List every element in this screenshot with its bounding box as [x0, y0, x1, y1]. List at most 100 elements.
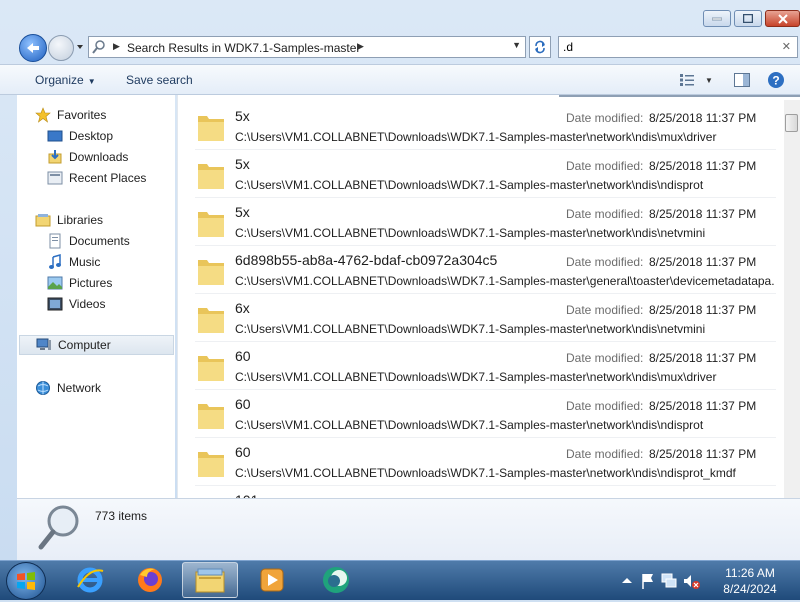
breadcrumb-separator-icon[interactable]: ▶: [357, 41, 364, 52]
forward-button[interactable]: [48, 35, 74, 61]
date-modified-label: Date modified:: [566, 159, 644, 173]
date-modified-value: 8/25/2018 11:37 PM: [649, 255, 757, 269]
nav-item-music[interactable]: Music: [47, 252, 100, 272]
date-modified-value: 8/25/2018 11:37 PM: [649, 159, 757, 173]
command-bar: Organize ▼ Save search ▼ ?: [0, 64, 800, 95]
documents-icon: [49, 233, 61, 249]
item-path: C:\Users\VM1.COLLABNET\Downloads\WDK7.1-…: [235, 418, 704, 432]
list-item[interactable]: 60 C:\Users\VM1.COLLABNET\Downloads\WDK7…: [195, 342, 776, 390]
clock-time: 11:26 AM: [725, 566, 775, 580]
navigation-pane: Favorites Desktop Downloads Recent Place…: [17, 95, 175, 498]
date-modified-value: 8/25/2018 11:37 PM: [649, 207, 757, 221]
navigation-bar: ▶ Search Results in WDK7.1-Samples-maste…: [0, 30, 800, 64]
item-name: 6d898b55-ab8a-4762-bdaf-cb0972a304c5: [235, 252, 498, 268]
show-hidden-icons-icon[interactable]: [622, 578, 632, 583]
computer-icon: [36, 338, 51, 350]
network-icon: [36, 381, 50, 395]
item-count: 773 items: [95, 509, 148, 523]
list-item[interactable]: 6x C:\Users\VM1.COLLABNET\Downloads\WDK7…: [195, 294, 776, 342]
item-path: C:\Users\VM1.COLLABNET\Downloads\WDK7.1-…: [235, 178, 704, 192]
date-modified-label: Date modified:: [566, 447, 644, 461]
taskbar-clock[interactable]: 11:26 AM 8/24/2024: [712, 565, 788, 597]
nav-favorites[interactable]: Favorites: [35, 105, 106, 125]
nav-item-downloads[interactable]: Downloads: [47, 147, 128, 167]
list-item-partial[interactable]: 101: [195, 486, 776, 498]
search-results-list: 5x C:\Users\VM1.COLLABNET\Downloads\WDK7…: [177, 95, 800, 498]
address-bar[interactable]: ▶ Search Results in WDK7.1-Samples-maste…: [88, 36, 526, 58]
list-item[interactable]: 5x C:\Users\VM1.COLLABNET\Downloads\WDK7…: [195, 102, 776, 150]
list-item[interactable]: 6d898b55-ab8a-4762-bdaf-cb0972a304c5 C:\…: [195, 246, 776, 294]
nav-network[interactable]: Network: [35, 378, 101, 398]
search-box[interactable]: ✕: [558, 36, 798, 58]
item-path: C:\Users\VM1.COLLABNET\Downloads\WDK7.1-…: [235, 322, 706, 336]
date-modified-value: 8/25/2018 11:37 PM: [649, 351, 757, 365]
taskbar-firefox[interactable]: [122, 562, 178, 598]
taskbar-file-explorer[interactable]: [182, 562, 238, 598]
item-path: C:\Users\VM1.COLLABNET\Downloads\WDK7.1-…: [235, 130, 717, 144]
nav-libraries-label: Libraries: [57, 213, 104, 227]
tray-icons: [622, 573, 700, 589]
back-button[interactable]: [19, 34, 47, 62]
search-magnifier-icon: [38, 505, 79, 550]
scrollbar-thumb[interactable]: [785, 114, 798, 132]
save-search-button[interactable]: Save search: [126, 73, 193, 87]
address-dropdown-icon[interactable]: ▼: [512, 40, 521, 50]
nav-libraries[interactable]: Libraries: [35, 210, 103, 230]
nav-item-recent-places[interactable]: Recent Places: [47, 168, 146, 188]
nav-item-desktop[interactable]: Desktop: [47, 126, 113, 146]
taskbar-media-player[interactable]: [244, 562, 300, 598]
taskbar-internet-explorer[interactable]: [62, 562, 118, 598]
details-pane: 773 items: [17, 498, 800, 560]
maximize-button[interactable]: [734, 10, 762, 27]
item-path: C:\Users\VM1.COLLABNET\Downloads\WDK7.1-…: [235, 226, 706, 240]
clock-date: 8/24/2024: [723, 582, 777, 596]
minimize-button[interactable]: [703, 10, 731, 27]
nav-item-label: Pictures: [69, 276, 113, 290]
preview-pane-button[interactable]: [733, 71, 751, 89]
close-button[interactable]: [765, 10, 800, 27]
item-name: 5x: [235, 156, 250, 172]
taskbar-app[interactable]: [308, 562, 364, 598]
nav-item-label: Music: [69, 255, 101, 269]
folder-icon: [198, 308, 224, 333]
help-button[interactable]: ?: [767, 71, 785, 89]
nav-item-label: Videos: [69, 297, 106, 311]
list-item[interactable]: 5x C:\Users\VM1.COLLABNET\Downloads\WDK7…: [195, 198, 776, 246]
start-button[interactable]: [6, 562, 46, 600]
folder-icon: [198, 452, 224, 477]
change-view-button[interactable]: [678, 71, 696, 89]
breadcrumb-search-results[interactable]: Search Results in WDK7.1-Samples-master: [127, 41, 360, 55]
nav-item-label: Downloads: [69, 150, 129, 164]
view-options-dropdown[interactable]: ▼: [700, 71, 718, 89]
organize-menu[interactable]: Organize ▼: [35, 73, 96, 87]
nav-computer[interactable]: Computer: [19, 335, 174, 355]
volume-muted-icon[interactable]: [684, 575, 700, 589]
folder-icon: [198, 212, 224, 237]
list-item[interactable]: 60 C:\Users\VM1.COLLABNET\Downloads\WDK7…: [195, 438, 776, 486]
nav-item-documents[interactable]: Documents: [47, 231, 130, 251]
list-item[interactable]: 5x C:\Users\VM1.COLLABNET\Downloads\WDK7…: [195, 150, 776, 198]
help-icon: ?: [768, 72, 784, 88]
date-modified-label: Date modified:: [566, 207, 644, 221]
minimize-icon: [712, 17, 722, 20]
svg-text:?: ?: [772, 74, 779, 88]
title-bar[interactable]: [0, 0, 800, 30]
item-name: 6x: [235, 300, 250, 316]
nav-item-pictures[interactable]: Pictures: [47, 273, 112, 293]
clear-search-icon[interactable]: ✕: [782, 40, 791, 53]
action-center-flag-icon[interactable]: [642, 574, 653, 589]
nav-item-videos[interactable]: Videos: [47, 294, 105, 314]
music-icon: [49, 254, 61, 269]
list-item[interactable]: 60 C:\Users\VM1.COLLABNET\Downloads\WDK7…: [195, 390, 776, 438]
network-status-icon[interactable]: [661, 573, 677, 588]
chevron-down-icon: ▼: [705, 75, 713, 85]
search-input[interactable]: [563, 39, 773, 55]
nav-item-label: Recent Places: [69, 171, 147, 185]
refresh-button[interactable]: [529, 36, 551, 58]
close-icon: [777, 13, 788, 24]
breadcrumb-separator-icon[interactable]: ▶: [113, 41, 120, 52]
results-header-divider: [559, 95, 800, 97]
vertical-scrollbar[interactable]: [784, 100, 800, 498]
recent-pages-dropdown-icon[interactable]: [75, 42, 85, 52]
item-name: 60: [235, 348, 251, 364]
